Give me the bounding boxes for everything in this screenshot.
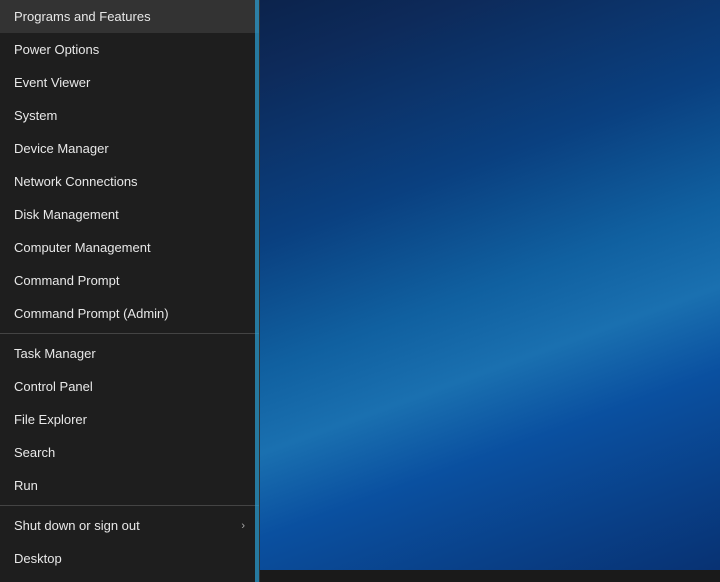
menu-item-label-shut-down-sign-out: Shut down or sign out: [14, 518, 140, 533]
menu-item-label-system: System: [14, 108, 57, 123]
menu-item-event-viewer[interactable]: Event Viewer: [0, 66, 259, 99]
chevron-right-icon: ›: [241, 520, 245, 532]
menu-item-label-search: Search: [14, 445, 55, 460]
menu-item-label-event-viewer: Event Viewer: [14, 75, 90, 90]
menu-divider: [0, 333, 259, 334]
menu-item-file-explorer[interactable]: File Explorer: [0, 403, 259, 436]
menu-item-label-disk-management: Disk Management: [14, 207, 119, 222]
menu-item-control-panel[interactable]: Control Panel: [0, 370, 259, 403]
menu-item-run[interactable]: Run: [0, 469, 259, 502]
menu-items-container: Programs and Features Power Options Event …: [0, 0, 259, 582]
menu-item-device-manager[interactable]: Device Manager: [0, 132, 259, 165]
menu-item-label-device-manager: Device Manager: [14, 141, 109, 156]
menu-item-command-prompt[interactable]: Command Prompt: [0, 264, 259, 297]
menu-item-label-task-manager: Task Manager: [14, 346, 96, 361]
menu-item-label-control-panel: Control Panel: [14, 379, 93, 394]
menu-divider: [0, 505, 259, 506]
menu-item-computer-management[interactable]: Computer Management: [0, 231, 259, 264]
menu-item-power-options[interactable]: Power Options: [0, 33, 259, 66]
menu-item-network-connections[interactable]: Network Connections: [0, 165, 259, 198]
menu-item-shut-down-sign-out[interactable]: Shut down or sign out ›: [0, 509, 259, 542]
menu-item-programs-features[interactable]: Programs and Features: [0, 0, 259, 33]
menu-item-system[interactable]: System: [0, 99, 259, 132]
menu-item-label-command-prompt-admin: Command Prompt (Admin): [14, 306, 169, 321]
menu-item-task-manager[interactable]: Task Manager: [0, 337, 259, 370]
menu-item-label-computer-management: Computer Management: [14, 240, 151, 255]
menu-item-label-desktop: Desktop: [14, 551, 62, 566]
menu-item-disk-management[interactable]: Disk Management: [0, 198, 259, 231]
menu-item-search[interactable]: Search: [0, 436, 259, 469]
menu-item-label-file-explorer: File Explorer: [14, 412, 87, 427]
menu-item-label-network-connections: Network Connections: [14, 174, 138, 189]
menu-item-command-prompt-admin[interactable]: Command Prompt (Admin): [0, 297, 259, 330]
menu-item-desktop[interactable]: Desktop: [0, 542, 259, 575]
color-strip-accent: [255, 0, 259, 582]
context-menu: Programs and Features Power Options Event …: [0, 0, 260, 582]
menu-item-label-run: Run: [14, 478, 38, 493]
menu-item-label-command-prompt: Command Prompt: [14, 273, 119, 288]
menu-item-label-programs-features: Programs and Features: [14, 9, 151, 24]
menu-item-label-power-options: Power Options: [14, 42, 99, 57]
